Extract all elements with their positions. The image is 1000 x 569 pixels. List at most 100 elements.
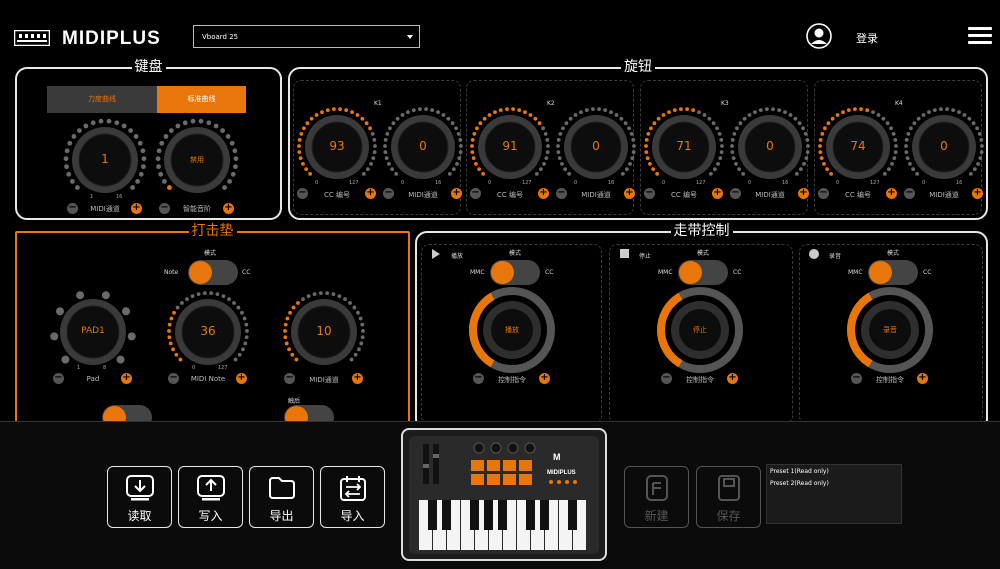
knob-max-tick: 127 — [522, 180, 532, 186]
pad-knob-0-decrement-button[interactable]: − — [53, 373, 64, 384]
preset-item[interactable]: Preset 1(Read only) — [770, 468, 898, 475]
transport-mode-toggle[interactable] — [490, 260, 540, 285]
import-icon — [340, 476, 366, 501]
pad-knob-2-increment-button[interactable]: + — [352, 373, 363, 384]
device-key — [470, 500, 479, 530]
knob-min-tick: 0 — [748, 180, 752, 186]
cc-knob-K1-decrement-button[interactable]: − — [297, 188, 308, 199]
cc-knob-value: 91 — [502, 139, 518, 153]
channel-knob-K1-increment-button[interactable]: + — [451, 188, 462, 199]
channel-knob-value: 0 — [766, 139, 774, 153]
channel-knob-K2-decrement-button[interactable]: − — [556, 188, 567, 199]
preset-item[interactable]: Preset 2(Read only) — [770, 480, 898, 487]
transport-toggle-cc-label: CC — [545, 269, 554, 276]
transport-toggle-mmc-label: MMC — [470, 269, 485, 276]
write-button-label: 写入 — [198, 509, 223, 523]
pad-knob-1-decrement-button[interactable]: − — [168, 373, 179, 384]
cc-knob-value: 93 — [329, 139, 345, 153]
save-icon — [718, 475, 740, 501]
pad-knob-value: PAD1 — [81, 325, 105, 336]
play-icon — [432, 249, 440, 259]
transport-knob-2-decrement-button[interactable]: − — [851, 373, 862, 384]
cc-knob-K1-increment-button[interactable]: + — [365, 188, 376, 199]
transport-name: 播放 — [451, 253, 464, 260]
transport-knob-1-increment-button[interactable]: + — [727, 373, 738, 384]
knob-min-tick: 0 — [488, 180, 492, 186]
keyboard-knob-1-decrement-button[interactable]: − — [159, 203, 170, 214]
transport-knob-value: 录音 — [883, 326, 897, 334]
keyboard-knob-0-decrement-button[interactable]: − — [67, 203, 78, 214]
keyboard-knob-0-increment-button[interactable]: + — [131, 203, 142, 214]
pad-knob-1-increment-button[interactable]: + — [236, 373, 247, 384]
device-key — [442, 500, 451, 530]
svg-text:MIDIPLUS: MIDIPLUS — [547, 470, 576, 476]
transport-mode-label: 模式 — [509, 250, 522, 257]
channel-knob-K3-increment-button[interactable]: + — [798, 188, 809, 199]
import-button[interactable]: 导入 — [320, 466, 385, 528]
transport-toggle-mmc-label: MMC — [848, 269, 863, 276]
knob-max-tick: 16 — [435, 180, 442, 186]
transport-knob-2-increment-button[interactable]: + — [917, 373, 928, 384]
knob-max-tick: 16 — [608, 180, 615, 186]
device-key — [540, 500, 549, 530]
keyboard-knob-value: 禁用 — [190, 155, 204, 164]
transport-toggle-mmc-label: MMC — [658, 269, 673, 276]
folder-icon — [269, 477, 295, 499]
cc-knob-K3-increment-button[interactable]: + — [712, 188, 723, 199]
transport-knob-0-decrement-button[interactable]: − — [473, 373, 484, 384]
channel-knob-K1-decrement-button[interactable]: − — [383, 188, 394, 199]
record-icon — [809, 249, 819, 259]
transport-mode-toggle[interactable] — [868, 260, 918, 285]
knob-group-name: K4 — [895, 100, 903, 107]
transport-mode-label: 模式 — [887, 250, 900, 257]
channel-knob-value: 0 — [419, 139, 427, 153]
transport-knob-0-increment-button[interactable]: + — [539, 373, 550, 384]
knob-group-name: K3 — [721, 100, 729, 107]
knob-min-tick: 0 — [315, 180, 319, 186]
knob-max-tick: 127 — [218, 365, 228, 371]
pad-knob-value: 36 — [200, 324, 216, 338]
knob-group-name: K1 — [374, 100, 382, 107]
transport-name: 录音 — [829, 253, 842, 260]
channel-knob-K4-decrement-button[interactable]: − — [904, 188, 915, 199]
new-button-label: 新建 — [644, 509, 669, 523]
channel-knob-K4-increment-button[interactable]: + — [972, 188, 983, 199]
knob-max-tick: 16 — [956, 180, 963, 186]
transport-mode-toggle[interactable] — [678, 260, 728, 285]
channel-knob-K3-decrement-button[interactable]: − — [730, 188, 741, 199]
device-key — [498, 500, 507, 530]
cc-knob-K3-decrement-button[interactable]: − — [644, 188, 655, 199]
transport-toggle-cc-label: CC — [733, 269, 742, 276]
knob-min-tick: 0 — [401, 180, 405, 186]
channel-knob-K2-increment-button[interactable]: + — [624, 188, 635, 199]
pad-knob-0-increment-button[interactable]: + — [121, 373, 132, 384]
save-button[interactable]: 保存 — [696, 466, 761, 528]
knob-min-tick: 0 — [574, 180, 578, 186]
keyboard-knob-1-increment-button[interactable]: + — [223, 203, 234, 214]
knob-max-tick: 16 — [782, 180, 789, 186]
transport-mode-label: 模式 — [697, 250, 710, 257]
pad-knob-2-decrement-button[interactable]: − — [284, 373, 295, 384]
upload-icon — [197, 475, 225, 501]
knob-min-tick: 0 — [662, 180, 666, 186]
read-button[interactable]: 读取 — [107, 466, 172, 528]
new-button[interactable]: 新建 — [624, 466, 689, 528]
cc-knob-value: 71 — [676, 139, 692, 153]
knob-max-tick: 127 — [870, 180, 880, 186]
write-button[interactable]: 写入 — [178, 466, 243, 528]
pad-knob-value: 10 — [316, 324, 332, 338]
export-button[interactable]: 导出 — [249, 466, 314, 528]
preset-list[interactable]: Preset 1(Read only) Preset 2(Read only) — [766, 464, 902, 524]
channel-knob-value: 0 — [940, 139, 948, 153]
cc-knob-K4-increment-button[interactable]: + — [886, 188, 897, 199]
transport-knob-1-decrement-button[interactable]: − — [661, 373, 672, 384]
cc-knob-K2-increment-button[interactable]: + — [538, 188, 549, 199]
channel-knob-value: 0 — [592, 139, 600, 153]
import-button-label: 导入 — [340, 509, 365, 523]
knob-max-tick: 127 — [696, 180, 706, 186]
device-key — [428, 500, 437, 530]
device-key — [568, 500, 577, 530]
transport-knob-value: 播放 — [505, 326, 519, 334]
cc-knob-K2-decrement-button[interactable]: − — [470, 188, 481, 199]
cc-knob-K4-decrement-button[interactable]: − — [818, 188, 829, 199]
